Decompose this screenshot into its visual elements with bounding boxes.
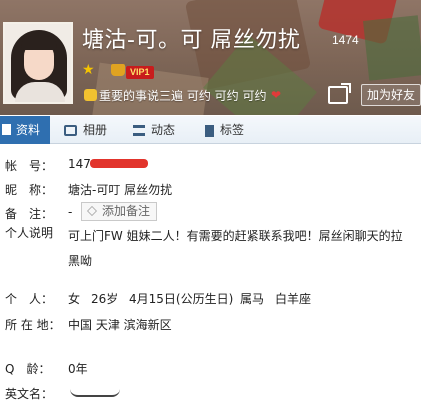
tab-label: 标签 [220,123,245,137]
constellation-value: 白羊座 [275,292,312,306]
english-name-scribble [70,389,120,397]
gender-value: 女 [68,292,81,306]
photo-icon [64,125,77,136]
tab-label: 相册 [83,123,108,137]
share-icon[interactable] [328,83,351,104]
add-remark-label: 添加备注 [102,204,151,218]
profile-header: 塘沽-可。可 屌丝勿扰 1474 ★ VIP1 重要的事说三遍 可约 可约 可约… [0,0,421,115]
remark-label: 备 注： [5,207,54,221]
birthday-value: 4月15日(公历生日) [129,292,234,306]
add-remark-button[interactable]: 添加备注 [81,202,158,221]
tab-tags[interactable]: 标签 [205,116,244,144]
tab-feed[interactable]: 动态 [133,116,175,144]
avatar[interactable] [3,22,73,104]
intro-row: 个人说明 可上门FW 姐妹二人！有需要的赶紧联系我吧！屌丝闲聊天的拉黑呦 [0,224,421,274]
qage-label: Q 龄： [5,362,51,376]
english-name-label: 英文名： [5,387,54,401]
banner-decoration [363,15,421,81]
bookmark-icon [205,124,214,137]
tab-label: 资料 [16,123,41,137]
vip-badge[interactable]: VIP1 [126,66,154,79]
feed-icon [133,125,145,136]
signature-emoji-icon [84,89,97,101]
intro-value: 可上门FW 姐妹二人！有需要的赶紧联系我吧！屌丝闲聊天的拉黑呦 [68,229,403,268]
profile-uin: 1474 [332,33,359,47]
account-value: 147 [68,157,91,171]
zodiac-value: 属马 [240,292,265,306]
location-label: 所 在 地： [5,318,61,332]
remark-prefix: - [68,205,73,219]
tab-profile[interactable]: 资料 [0,116,50,144]
tab-album[interactable]: 相册 [64,116,107,144]
profile-signature: 重要的事说三遍 可约 可约 可约 [99,89,267,103]
location-value: 中国 天津 滨海新区 [68,318,172,332]
intro-label: 个人说明 [5,226,54,240]
account-label: 帐 号： [5,159,54,173]
age-value: 26岁 [91,292,119,306]
crown-icon [111,64,125,76]
profile-tabbar: 资料 相册 动态 标签 [0,116,421,144]
profile-card-icon [2,124,11,135]
profile-nickname: 塘沽-可。可 屌丝勿扰 [82,28,301,53]
nickname-label: 昵 称： [5,183,54,197]
tab-label: 动态 [151,123,176,137]
nickname-value: 塘沽-可叮 屌丝勿扰 [68,183,173,197]
add-friend-button[interactable]: 加为好友 [361,84,421,106]
qage-value: 0年 [68,362,88,376]
edit-icon [87,206,97,216]
heart-icon: ❤ [271,88,282,102]
personal-label: 个 人： [5,292,54,306]
redaction-mark [90,159,148,168]
star-icon: ★ [82,62,95,78]
